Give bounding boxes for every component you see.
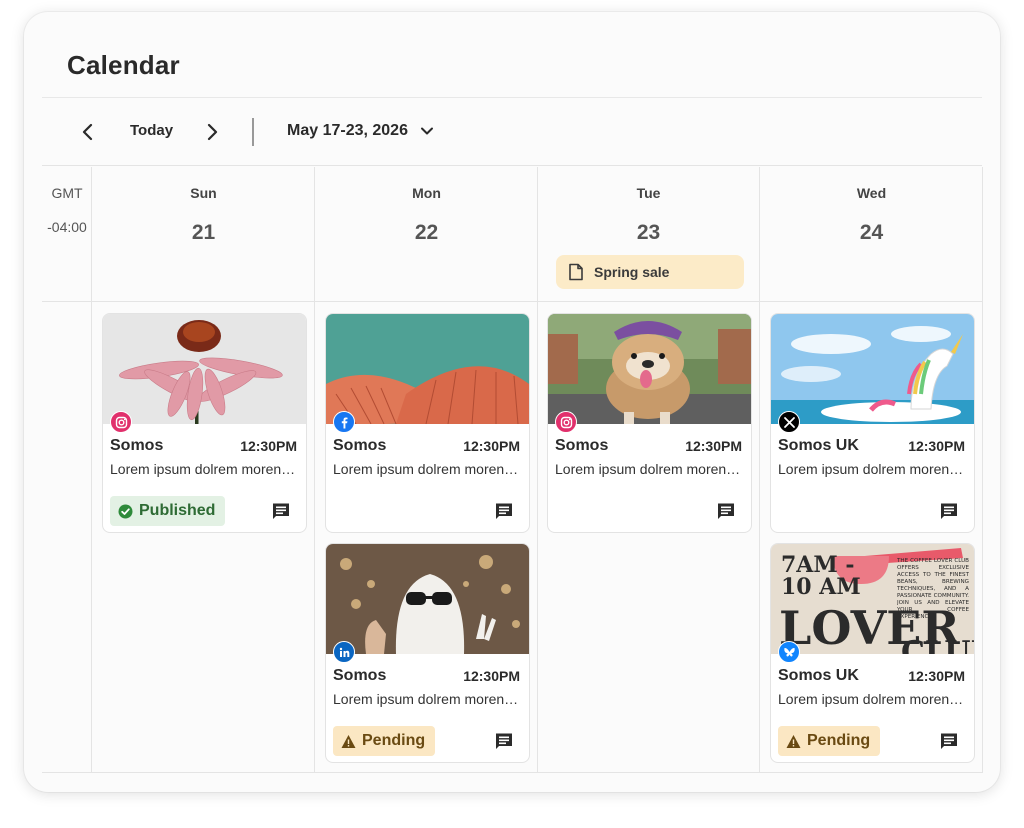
timezone-label: GMT (51, 185, 83, 201)
status-label: Published (139, 502, 216, 519)
status-badge-pending: Pending (333, 726, 436, 756)
comment-button[interactable] (716, 502, 736, 520)
post-image-mushroom (326, 314, 529, 424)
post-image-unicorn-float (771, 314, 974, 424)
next-week-button[interactable] (198, 118, 226, 146)
day-of-week: Sun (190, 185, 217, 201)
status-label: Pending (807, 732, 871, 749)
page-title: Calendar (67, 50, 180, 80)
bluesky-icon (778, 641, 800, 663)
post-text: Lorem ipsum dolrem morenatus (333, 461, 521, 477)
event-label: Spring sale (594, 264, 670, 280)
document-icon (569, 263, 583, 281)
account-name: Somos (110, 437, 164, 454)
chevron-left-icon (82, 123, 93, 141)
post-image-bulldog (548, 314, 751, 424)
comment-icon (941, 503, 957, 519)
comment-button[interactable] (939, 732, 959, 750)
poster-line2: 10 AM (781, 574, 861, 600)
comment-button[interactable] (939, 502, 959, 520)
today-button[interactable]: Today (130, 122, 173, 139)
account-name: Somos (333, 667, 387, 684)
warning-icon (786, 734, 801, 748)
timezone-gutter: GMT -04:00 (42, 167, 92, 773)
status-label: Pending (362, 732, 426, 749)
post-text: Lorem ipsum dolrem morenatus (778, 691, 966, 707)
calendar-window: Calendar Today May 17-23, 2026 GMT -04:0… (24, 12, 1000, 792)
post-image-pink-flower (103, 314, 306, 424)
day-of-week: Tue (636, 185, 661, 201)
comment-icon (718, 503, 734, 519)
x-icon (778, 411, 800, 433)
day-number: 21 (191, 221, 216, 244)
grid-bottom-border (42, 772, 982, 773)
post-time: 12:30PM (908, 668, 965, 684)
post-card[interactable]: Somos 12:30PM Lorem ipsum dolrem morenat… (325, 313, 530, 533)
day-number: 22 (414, 221, 439, 244)
post-card[interactable]: 7AM - 10 AM LOVER CLUB THE COFFEE LOVER … (770, 543, 975, 763)
day-of-week: Mon (412, 185, 441, 201)
chevron-right-icon (207, 123, 218, 141)
post-card[interactable]: Somos 12:30PM Lorem ipsum dolrem morenat… (547, 313, 752, 533)
comment-button[interactable] (494, 502, 514, 520)
timezone-offset: -04:00 (47, 219, 87, 235)
status-badge-published: Published (110, 496, 226, 526)
poster-blurb: THE COFFEE LOVER CLUB OFFERS EXCLUSIVE A… (897, 558, 969, 620)
post-text: Lorem ipsum dolrem morenatus (333, 691, 521, 707)
header-divider (42, 301, 982, 302)
prev-week-button[interactable] (74, 118, 102, 146)
comment-button[interactable] (494, 732, 514, 750)
day-number: 23 (636, 221, 661, 244)
comment-button[interactable] (271, 502, 291, 520)
all-day-event-spring-sale[interactable]: Spring sale (556, 255, 744, 289)
week-grid: GMT -04:00 Sun 21 Mon 22 Tue 23 Spring s… (42, 167, 983, 773)
date-range-dropdown[interactable]: May 17-23, 2026 (287, 122, 434, 140)
comment-icon (496, 733, 512, 749)
day-number: 24 (859, 221, 884, 244)
post-card[interactable]: Somos 12:30PM Lorem ipsum dolrem morenat… (325, 543, 530, 763)
status-badge-pending: Pending (778, 726, 881, 756)
comment-icon (496, 503, 512, 519)
post-image-ghost-costume (326, 544, 529, 654)
calendar-toolbar: Today May 17-23, 2026 (42, 98, 982, 166)
post-time: 12:30PM (908, 438, 965, 454)
post-card[interactable]: Somos 12:30PM Lorem ipsum dolrem morenat… (102, 313, 307, 533)
post-image-coffee-poster: 7AM - 10 AM LOVER CLUB THE COFFEE LOVER … (771, 544, 974, 654)
account-name: Somos (555, 437, 609, 454)
account-name: Somos UK (778, 667, 859, 684)
comment-icon (941, 733, 957, 749)
post-text: Lorem ipsum dolrem morenatus (778, 461, 966, 477)
account-name: Somos UK (778, 437, 859, 454)
facebook-icon (333, 411, 355, 433)
chevron-down-icon (420, 127, 433, 135)
post-time: 12:30PM (240, 438, 297, 454)
window-header: Calendar (42, 30, 982, 98)
check-circle-icon (118, 504, 133, 518)
account-name: Somos (333, 437, 387, 454)
toolbar-divider (252, 118, 254, 146)
warning-icon (341, 734, 356, 748)
post-time: 12:30PM (463, 438, 520, 454)
post-time: 12:30PM (463, 668, 520, 684)
instagram-icon (555, 411, 577, 433)
post-card[interactable]: Somos UK 12:30PM Lorem ipsum dolrem more… (770, 313, 975, 533)
linkedin-icon (333, 641, 355, 663)
post-time: 12:30PM (685, 438, 742, 454)
comment-icon (273, 503, 289, 519)
date-range-label: May 17-23, 2026 (287, 122, 408, 139)
post-text: Lorem ipsum dolrem morenatus (110, 461, 298, 477)
post-text: Lorem ipsum dolrem morenatus (555, 461, 743, 477)
day-of-week: Wed (856, 185, 887, 201)
instagram-icon (110, 411, 132, 433)
